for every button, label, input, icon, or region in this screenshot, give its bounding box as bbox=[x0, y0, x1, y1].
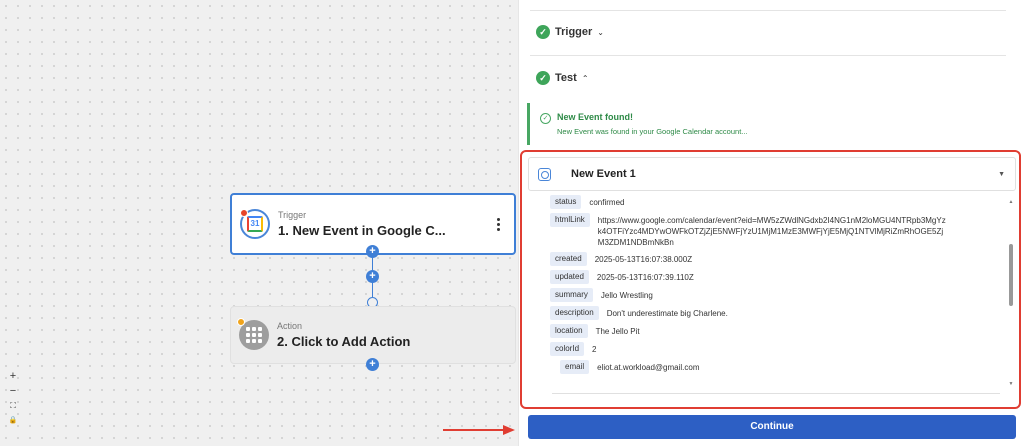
vertical-scrollbar[interactable]: ▲ ▼ bbox=[1008, 199, 1014, 389]
trigger-node-kind: Trigger bbox=[278, 210, 307, 220]
add-step-button-top[interactable]: + bbox=[366, 245, 379, 258]
trigger-section-header[interactable]: ✓ Trigger ⌄ bbox=[536, 25, 604, 39]
fit-view-icon[interactable]: ⛶ bbox=[6, 400, 20, 412]
field-value: 2025-05-13T16:07:38.000Z bbox=[594, 255, 693, 264]
field-row: summary Jello Wrestling bbox=[550, 288, 1000, 302]
field-key: colorId bbox=[550, 342, 585, 356]
field-row: created 2025-05-13T16:07:38.000Z bbox=[550, 252, 1000, 266]
caret-down-icon: ▼ bbox=[998, 170, 1005, 178]
check-circle-icon: ✓ bbox=[540, 113, 551, 124]
divider bbox=[530, 55, 1006, 56]
event-select-dropdown[interactable]: New Event 1 ▼ bbox=[528, 157, 1016, 191]
event-found-title: New Event found! bbox=[557, 112, 633, 122]
chevron-down-icon: ⌄ bbox=[597, 27, 604, 37]
field-value: 2025-05-13T16:07:39.110Z bbox=[596, 273, 694, 282]
check-icon: ✓ bbox=[536, 25, 550, 39]
scroll-down-icon[interactable]: ▼ bbox=[1008, 381, 1014, 387]
field-value: Don't underestimate big Charlene. bbox=[606, 309, 728, 318]
event-result-card: New Event 1 ▼ status confirmed htmlLink … bbox=[520, 150, 1021, 409]
test-section-label: Test bbox=[555, 72, 577, 84]
scrollbar-thumb[interactable] bbox=[1009, 244, 1013, 306]
event-fields-list[interactable]: status confirmed htmlLink https://www.go… bbox=[550, 195, 1000, 378]
status-dot bbox=[237, 318, 245, 326]
field-value: confirmed bbox=[589, 198, 625, 207]
field-key: updated bbox=[550, 270, 589, 284]
event-icon bbox=[538, 167, 551, 181]
field-key: status bbox=[550, 195, 582, 209]
action-node[interactable]: Action 2. Click to Add Action bbox=[230, 306, 516, 364]
field-key: location bbox=[550, 324, 588, 338]
field-value: 2 bbox=[592, 345, 597, 354]
scroll-up-icon[interactable]: ▲ bbox=[1008, 199, 1014, 205]
chevron-up-icon: ⌃ bbox=[581, 73, 589, 83]
add-step-button[interactable]: + bbox=[366, 270, 379, 283]
action-node-title: 2. Click to Add Action bbox=[277, 334, 411, 349]
zoom-out-button[interactable]: − bbox=[6, 385, 20, 397]
field-key: email bbox=[560, 360, 590, 374]
field-row: status confirmed bbox=[550, 195, 1000, 209]
field-key: htmlLink bbox=[550, 213, 590, 227]
field-key: created bbox=[550, 252, 587, 266]
trigger-node-title: 1. New Event in Google C... bbox=[278, 223, 446, 238]
field-row: location The Jello Pit bbox=[550, 324, 1000, 338]
test-section-header[interactable]: ✓ Test ⌃ bbox=[536, 71, 589, 85]
zoom-controls: + − ⛶ 🔒 bbox=[6, 370, 20, 427]
lock-icon[interactable]: 🔒 bbox=[6, 415, 20, 427]
field-row: updated 2025-05-13T16:07:39.110Z bbox=[550, 270, 1000, 284]
field-key: description bbox=[550, 306, 599, 320]
divider bbox=[530, 10, 1006, 11]
field-row: colorId 2 bbox=[550, 342, 1000, 356]
arrow-right-icon bbox=[443, 425, 515, 435]
apps-grid-icon bbox=[237, 318, 269, 350]
status-dot bbox=[240, 209, 248, 217]
trigger-node-menu-icon[interactable] bbox=[490, 214, 506, 234]
field-value: https://www.google.com/calendar/event?ei… bbox=[597, 216, 946, 247]
event-title: New Event 1 bbox=[571, 168, 636, 180]
event-found-subtitle: New Event was found in your Google Calen… bbox=[557, 127, 748, 136]
event-found-alert: ✓ New Event found! New Event was found i… bbox=[527, 103, 1007, 145]
field-row: description Don't underestimate big Char… bbox=[550, 306, 1000, 320]
field-value: The Jello Pit bbox=[595, 327, 640, 336]
field-row: htmlLink https://www.google.com/calendar… bbox=[550, 213, 1000, 248]
add-step-after-action-button[interactable]: + bbox=[366, 358, 379, 371]
field-row-nested: email eliot.at.workload@gmail.com bbox=[560, 360, 1000, 374]
workflow-canvas[interactable]: Trigger 1. New Event in Google C... + + … bbox=[0, 0, 518, 446]
continue-button[interactable]: Continue bbox=[528, 415, 1016, 439]
trigger-section-label: Trigger bbox=[555, 26, 593, 38]
field-value: eliot.at.workload@gmail.com bbox=[597, 363, 700, 372]
action-node-kind: Action bbox=[277, 321, 303, 331]
field-key: summary bbox=[550, 288, 593, 302]
zoom-in-button[interactable]: + bbox=[6, 370, 20, 382]
horizontal-scrollbar[interactable] bbox=[552, 393, 1000, 394]
google-calendar-icon bbox=[240, 209, 270, 239]
field-value: Jello Wrestling bbox=[600, 291, 653, 300]
check-icon: ✓ bbox=[536, 71, 550, 85]
